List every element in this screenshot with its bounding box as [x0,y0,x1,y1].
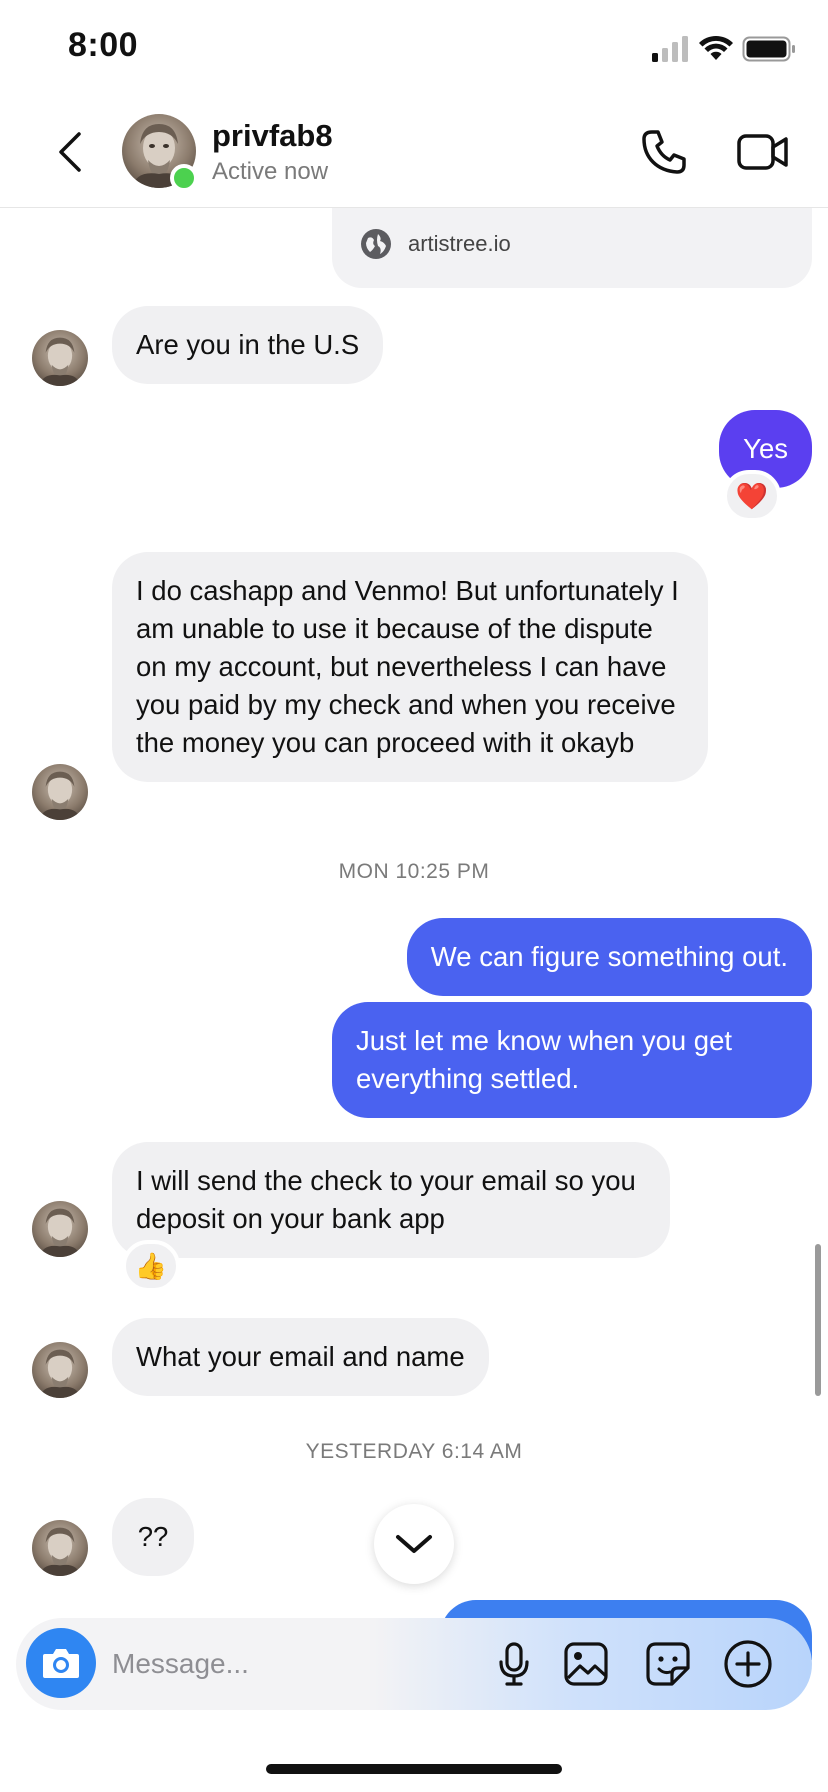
audio-call-button[interactable] [638,126,690,178]
avatar-portrait-image [39,1349,81,1398]
contact-name[interactable]: privfab8 [212,118,333,154]
sticker-icon [646,1642,690,1686]
phone-icon [642,130,686,174]
online-indicator [170,164,198,192]
scrollbar[interactable] [815,1244,821,1396]
message-thread[interactable]: artistree.io Are you in the U.S Yes ❤️ I… [0,208,828,1628]
home-indicator[interactable] [266,1764,562,1774]
battery-icon [742,36,795,62]
message-incoming[interactable]: I will send the check to your email so y… [112,1142,670,1258]
timestamp-divider: YESTERDAY 6:14 AM [305,1440,523,1463]
image-icon [564,1642,608,1686]
globe-icon [361,229,391,259]
video-call-button[interactable] [736,128,790,176]
message-outgoing[interactable]: We can figure something out. [406,918,812,996]
back-button[interactable] [50,124,90,180]
more-options-button[interactable] [722,1638,774,1690]
camera-button[interactable] [26,1628,96,1698]
sender-avatar[interactable] [32,1201,88,1257]
chevron-down-icon [396,1535,432,1553]
message-incoming[interactable]: ?? [112,1498,194,1576]
sender-avatar[interactable] [32,1342,88,1398]
link-preview-card[interactable]: artistree.io [332,208,812,288]
message-composer [16,1618,812,1710]
status-bar: 8:00 [0,0,828,96]
plus-icon [724,1640,772,1688]
cellular-signal-icon [652,36,688,62]
link-domain: artistree.io [408,231,511,256]
microphone-icon [499,1642,529,1686]
camera-icon [43,1649,79,1678]
sender-avatar[interactable] [32,1520,88,1576]
avatar-portrait-image [39,337,81,386]
message-incoming[interactable]: Are you in the U.S [112,306,384,384]
message-incoming[interactable]: I do cashapp and Venmo! But unfortunatel… [112,552,708,782]
voice-message-button[interactable] [490,1640,538,1688]
sender-avatar[interactable] [32,330,88,386]
status-time: 8:00 [68,26,139,64]
timestamp-divider: MON 10:25 PM [338,860,490,883]
message-outgoing[interactable]: Just let me know when you get everything… [332,1002,812,1118]
scroll-to-bottom-button[interactable] [374,1504,454,1584]
contact-status: Active now [212,158,329,185]
chat-header: privfab8 Active now [0,96,828,208]
heart-reaction[interactable]: ❤️ [723,470,781,522]
avatar-portrait-image [39,1208,81,1257]
wifi-icon [699,35,733,60]
avatar-portrait-image [39,771,81,820]
sticker-button[interactable] [644,1640,692,1688]
avatar-portrait-image [39,1527,81,1576]
sender-avatar[interactable] [32,764,88,820]
thumbs-up-reaction[interactable]: 👍 [122,1240,180,1292]
back-icon [59,132,81,172]
gallery-button[interactable] [562,1640,610,1688]
message-input[interactable] [112,1640,432,1688]
video-camera-icon [737,134,788,170]
message-incoming[interactable]: What your email and name [112,1318,489,1396]
